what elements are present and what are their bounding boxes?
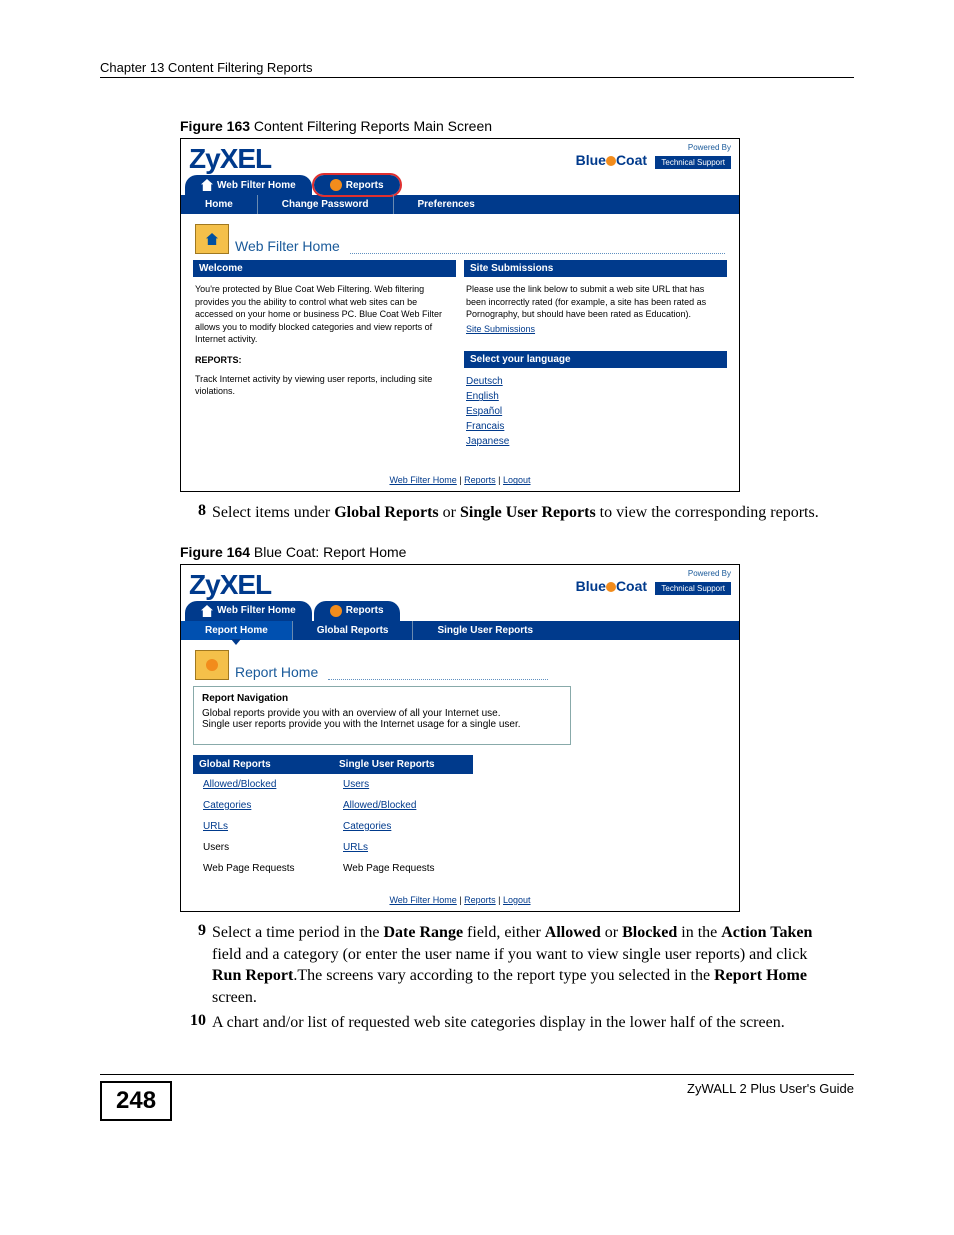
step9-text: Select a time period in the Date Range f…: [212, 922, 820, 1008]
report-nav-title: Report Navigation: [202, 693, 562, 704]
site-submissions-header: Site Submissions: [464, 260, 727, 277]
step8-text: Select items under Global Reports or Sin…: [212, 502, 820, 524]
step9-num: 9: [180, 922, 206, 1008]
home-icon-2: [201, 605, 213, 617]
zyxel-logo: ZyXEL: [189, 143, 271, 175]
bluecoat-b: Coat: [616, 152, 647, 168]
figure163-caption: Figure 163 Content Filtering Reports Mai…: [180, 118, 854, 134]
tab-web-filter-home[interactable]: Web Filter Home: [185, 175, 312, 195]
reports-icon-2: [330, 605, 342, 617]
bluecoat-logo: Blue Coat: [576, 152, 651, 168]
bluecoat-a-2: Blue: [576, 578, 606, 594]
screenshot-footer: Web Filter Home | Reports | Logout: [181, 469, 739, 491]
footer-logout[interactable]: Logout: [503, 475, 531, 485]
page-title: Web Filter Home: [235, 238, 340, 254]
tab-home-label-2: Web Filter Home: [217, 605, 296, 616]
step10-num: 10: [180, 1012, 206, 1034]
tech-support-button[interactable]: Technical Support: [655, 156, 731, 169]
footer-reports-2[interactable]: Reports: [464, 895, 496, 905]
guide-name: ZyWALL 2 Plus User's Guide: [687, 1081, 854, 1096]
nav-preferences[interactable]: Preferences: [394, 195, 499, 214]
nav-home[interactable]: Home: [181, 195, 258, 214]
footer-logout-2[interactable]: Logout: [503, 895, 531, 905]
header-rule: [100, 77, 854, 78]
tab-reports-label-2: Reports: [346, 605, 384, 616]
lang-francais[interactable]: Francais: [466, 421, 504, 432]
step8: 8 Select items under Global Reports or S…: [180, 502, 820, 524]
page-title-2: Report Home: [235, 664, 318, 680]
nav-global-reports[interactable]: Global Reports: [293, 621, 414, 640]
home-icon: [201, 179, 213, 191]
filter-home-icon: [195, 224, 229, 254]
powered-by-label-2: Powered By: [576, 569, 731, 578]
report-home-icon: [195, 650, 229, 680]
tab-home-label: Web Filter Home: [217, 180, 296, 191]
bluecoat-b-2: Coat: [616, 578, 647, 594]
bluecoat-dot-icon-2: [606, 582, 616, 592]
figure163-caption-bold: Figure 163: [180, 118, 250, 134]
lang-deutsch[interactable]: Deutsch: [466, 376, 503, 387]
language-header: Select your language: [464, 351, 727, 368]
figure164-caption-rest: Blue Coat: Report Home: [250, 544, 406, 560]
step10-text: A chart and/or list of requested web sit…: [212, 1012, 820, 1034]
tab-reports-label: Reports: [346, 180, 384, 191]
screenshot-footer-2: Web Filter Home | Reports | Logout: [181, 889, 739, 911]
site-submissions-link[interactable]: Site Submissions: [466, 324, 535, 334]
global-allowed-blocked[interactable]: Allowed/Blocked: [203, 779, 276, 790]
reports-label: REPORTS:: [195, 355, 242, 365]
zyxel-logo-2: ZyXEL: [189, 569, 271, 601]
single-allowed-blocked[interactable]: Allowed/Blocked: [343, 800, 416, 811]
global-urls[interactable]: URLs: [203, 821, 228, 832]
figure164-screenshot: ZyXEL Powered By Blue Coat Technical Supp…: [180, 564, 740, 912]
single-user-reports-header: Single User Reports: [333, 755, 473, 774]
global-users: Users: [203, 842, 229, 853]
bluecoat-logo-2: Blue Coat: [576, 578, 651, 594]
single-users[interactable]: Users: [343, 779, 369, 790]
chapter-header: Chapter 13 Content Filtering Reports: [100, 60, 854, 75]
welcome-header: Welcome: [193, 260, 456, 277]
figure164-caption: Figure 164 Blue Coat: Report Home: [180, 544, 854, 560]
footer-web-filter-home-2[interactable]: Web Filter Home: [389, 895, 456, 905]
footer-reports[interactable]: Reports: [464, 475, 496, 485]
reports-icon: [330, 179, 342, 191]
welcome-text: You're protected by Blue Coat Web Filter…: [195, 283, 454, 346]
report-nav-text1: Global reports provide you with an overv…: [202, 708, 562, 719]
tech-support-button-2[interactable]: Technical Support: [655, 582, 731, 595]
lang-espanol[interactable]: Español: [466, 406, 502, 417]
nav-single-user-reports[interactable]: Single User Reports: [413, 621, 557, 640]
reports-desc: Track Internet activity by viewing user …: [195, 373, 454, 398]
tab-reports[interactable]: Reports: [314, 175, 400, 195]
figure163-screenshot: ZyXEL Powered By Blue Coat Technical Supp…: [180, 138, 740, 492]
global-categories[interactable]: Categories: [203, 800, 251, 811]
report-nav-text2: Single user reports provide you with the…: [202, 719, 562, 730]
bluecoat-a: Blue: [576, 152, 606, 168]
footer-web-filter-home[interactable]: Web Filter Home: [389, 475, 456, 485]
step9: 9 Select a time period in the Date Range…: [180, 922, 820, 1008]
figure164-caption-bold: Figure 164: [180, 544, 250, 560]
figure163-caption-rest: Content Filtering Reports Main Screen: [250, 118, 492, 134]
single-web-page-requests: Web Page Requests: [343, 863, 435, 874]
global-web-page-requests: Web Page Requests: [203, 863, 295, 874]
lang-english[interactable]: English: [466, 391, 499, 402]
lang-japanese[interactable]: Japanese: [466, 436, 509, 447]
global-reports-header: Global Reports: [193, 755, 333, 774]
powered-by-label: Powered By: [576, 143, 731, 152]
bluecoat-dot-icon: [606, 156, 616, 166]
footer-rule: [100, 1074, 854, 1075]
nav-report-home[interactable]: Report Home: [181, 621, 293, 640]
single-categories[interactable]: Categories: [343, 821, 391, 832]
single-urls[interactable]: URLs: [343, 842, 368, 853]
page-number: 248: [100, 1081, 172, 1121]
step10: 10 A chart and/or list of requested web …: [180, 1012, 820, 1034]
site-submissions-text: Please use the link below to submit a we…: [466, 283, 725, 321]
step8-num: 8: [180, 502, 206, 524]
tab-web-filter-home-2[interactable]: Web Filter Home: [185, 601, 312, 621]
nav-change-password[interactable]: Change Password: [258, 195, 394, 214]
tab-reports-2[interactable]: Reports: [314, 601, 400, 621]
